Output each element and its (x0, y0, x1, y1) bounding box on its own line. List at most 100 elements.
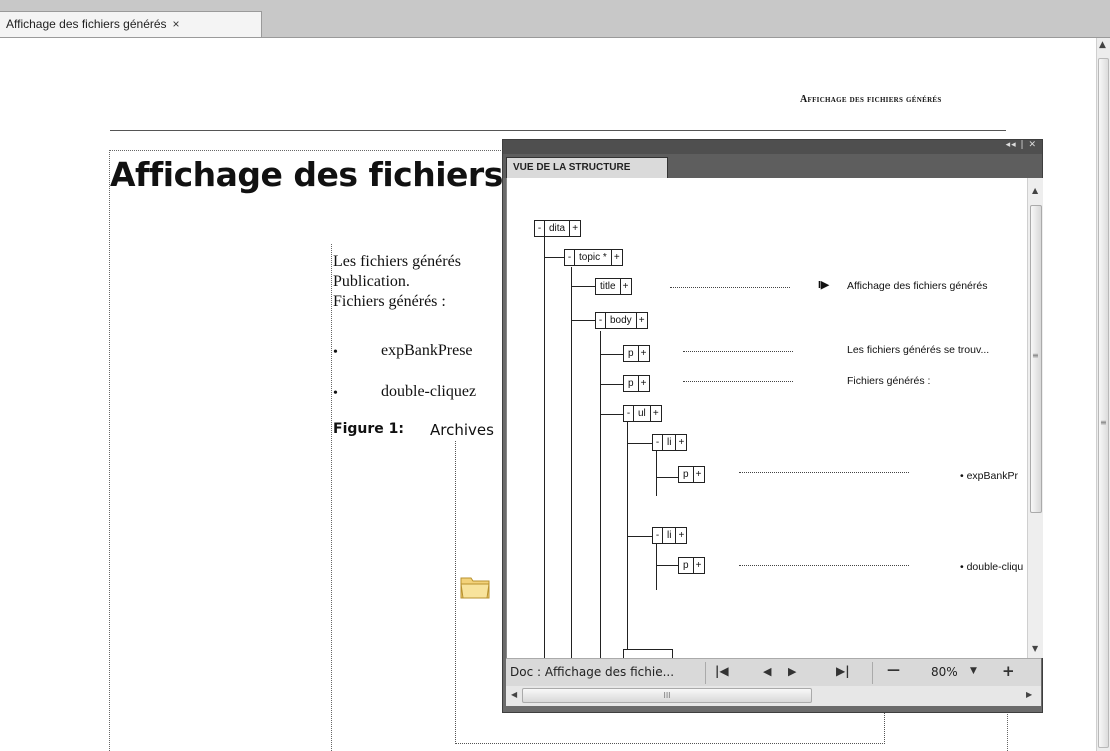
list-item[interactable]: expBankPrese (381, 342, 473, 360)
add-icon[interactable]: + (639, 346, 649, 361)
node-label: p (624, 346, 639, 361)
tab-bar: Affichage des fichiers générés × (0, 0, 1110, 38)
add-icon[interactable]: + (694, 558, 704, 573)
scroll-grip-icon: ≡ (1100, 418, 1107, 427)
frame-border-top (109, 150, 505, 152)
paragraph-line[interactable]: Publication. (333, 273, 410, 291)
tree-connector (656, 451, 657, 496)
tree-connector (571, 286, 595, 287)
add-icon[interactable]: + (651, 406, 661, 421)
node-label: p (624, 376, 639, 391)
tree-node-li[interactable]: - li + (652, 434, 688, 451)
scroll-down-icon[interactable]: ▼ (1032, 644, 1038, 653)
figure-caption[interactable]: Archives (430, 421, 494, 439)
tree-node-p[interactable]: p + (623, 375, 650, 392)
tree-connector (600, 354, 624, 355)
structure-panel: ◂◂ | ✕ VUE DE LA STRUCTURE - dita + - topic… (502, 139, 1043, 713)
hscroll-thumb[interactable]: III (522, 688, 812, 703)
dotted-leader (683, 351, 793, 353)
tree-connector (571, 267, 572, 658)
page-title[interactable]: Affichage des fichiers (110, 155, 503, 194)
tree-connector (571, 320, 595, 321)
add-icon[interactable]: + (676, 528, 686, 543)
node-label: p (679, 558, 694, 573)
tree-node-dita[interactable]: - dita + (534, 220, 582, 237)
divider (705, 662, 706, 684)
tab-label: Affichage des fichiers générés (6, 17, 167, 31)
dotted-leader (739, 472, 909, 474)
tree-node-body[interactable]: - body + (595, 312, 648, 329)
tree-node-p[interactable]: p + (678, 557, 705, 574)
bullet-icon: • (333, 386, 338, 401)
first-page-icon[interactable]: |◀ (715, 664, 729, 678)
prev-page-icon[interactable]: ◀ (763, 665, 771, 678)
zoom-dropdown-icon[interactable]: ▼ (970, 666, 977, 676)
title-marker-icon: I▶ (818, 279, 829, 291)
frame-border-right (1007, 710, 1009, 751)
tree-connector (627, 419, 628, 658)
scroll-up-icon[interactable]: ▲ (1032, 186, 1038, 195)
tab-document[interactable]: Affichage des fichiers générés × (0, 11, 262, 37)
panel-tab-strip: VUE DE LA STRUCTURE (503, 154, 1042, 178)
add-icon[interactable]: + (694, 467, 704, 482)
collapse-icon[interactable]: - (596, 313, 606, 328)
folder-icon (460, 577, 490, 599)
panel-horizontal-scrollbar[interactable]: ◀ III ▶ (506, 686, 1041, 706)
add-icon[interactable]: + (570, 221, 580, 236)
zoom-in-icon[interactable]: + (1002, 662, 1015, 680)
add-icon[interactable]: + (612, 250, 622, 265)
node-content-text[interactable]: • double-cliqu (960, 561, 1023, 573)
paragraph[interactable]: Fichiers générés : (333, 293, 446, 311)
header-rule (110, 130, 1006, 131)
tree-node-topic[interactable]: - topic * + (564, 249, 623, 266)
tree-connector (600, 414, 624, 415)
tree-node-title[interactable]: title + (595, 278, 632, 295)
zoom-out-icon[interactable]: — (887, 663, 900, 678)
panel-title-bar[interactable]: ◂◂ | ✕ (503, 140, 1042, 154)
zoom-level[interactable]: 80% (931, 665, 958, 679)
collapse-icon[interactable]: - (535, 221, 545, 236)
add-icon[interactable]: + (639, 376, 649, 391)
tree-connector (656, 477, 680, 478)
tree-node-p[interactable]: p + (678, 466, 705, 483)
scroll-left-icon[interactable]: ◀ (511, 690, 517, 699)
node-content-text[interactable]: Fichiers générés : (847, 375, 930, 387)
scroll-up-icon[interactable]: ▲ (1099, 40, 1106, 50)
panel-vertical-scrollbar[interactable]: ▲ ≡ ▼ (1027, 178, 1043, 658)
tab-close-icon[interactable]: × (173, 17, 180, 31)
tree-node-partial[interactable] (623, 649, 673, 658)
structure-tree[interactable]: - dita + - topic * + title + - body + p + p + - ul… (506, 178, 1043, 658)
list-item[interactable]: double-cliquez (381, 383, 476, 401)
tree-connector (627, 536, 653, 537)
last-page-icon[interactable]: ▶| (836, 664, 850, 678)
collapse-icon[interactable]: - (653, 528, 663, 543)
node-content-text[interactable]: Affichage des fichiers générés (847, 280, 987, 292)
page-vertical-scrollbar[interactable]: ▲ ≡ (1096, 38, 1110, 751)
panel-controls-icon[interactable]: ◂◂ | ✕ (1006, 140, 1037, 150)
tree-connector (656, 565, 680, 566)
add-icon[interactable]: + (637, 313, 647, 328)
collapse-icon[interactable]: - (624, 406, 634, 421)
dotted-leader (683, 381, 793, 383)
add-icon[interactable]: + (621, 279, 631, 294)
scroll-thumb[interactable] (1098, 58, 1109, 748)
tree-node-p[interactable]: p + (623, 345, 650, 362)
node-content-text[interactable]: Les fichiers générés se trouv... (847, 344, 989, 356)
figure-label: Figure 1: (333, 421, 404, 437)
doc-name: Doc : Affichage des fichie... (510, 665, 675, 679)
scroll-grip-icon: ≡ (1032, 351, 1039, 360)
frame-border-left (109, 150, 111, 751)
paragraph-line[interactable]: Les fichiers générés (333, 253, 461, 271)
tree-node-ul[interactable]: - ul + (623, 405, 662, 422)
node-label: body (606, 313, 637, 328)
collapse-icon[interactable]: - (565, 250, 575, 265)
next-page-icon[interactable]: ▶ (788, 665, 796, 678)
collapse-icon[interactable]: - (653, 435, 663, 450)
scroll-thumb[interactable]: ≡ (1030, 205, 1042, 513)
column-border (331, 244, 333, 751)
tree-node-li[interactable]: - li + (652, 527, 688, 544)
tab-structure-view[interactable]: VUE DE LA STRUCTURE (506, 157, 668, 178)
scroll-right-icon[interactable]: ▶ (1026, 690, 1032, 699)
add-icon[interactable]: + (676, 435, 686, 450)
node-content-text[interactable]: • expBankPr (960, 470, 1018, 482)
